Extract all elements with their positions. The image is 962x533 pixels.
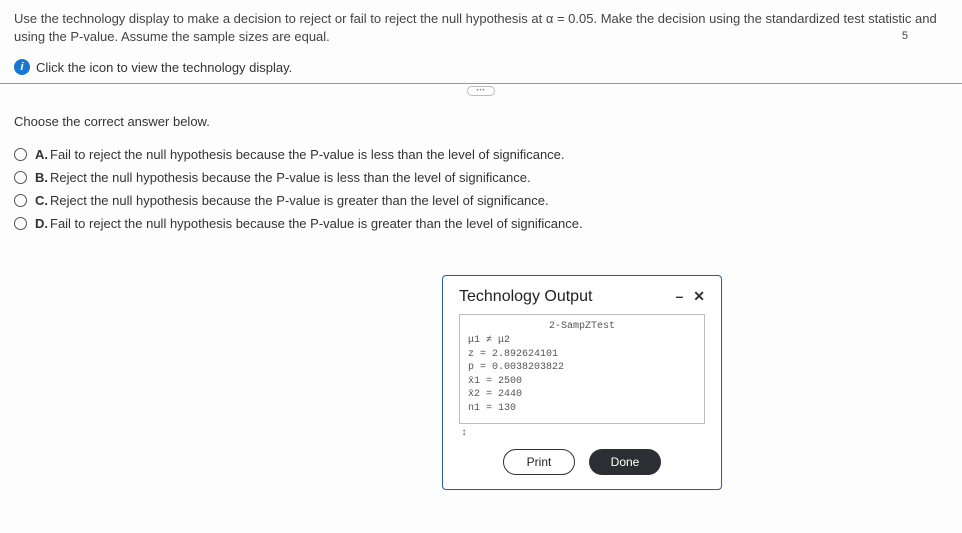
option-a[interactable]: A.Fail to reject the null hypothesis bec… — [14, 143, 948, 166]
option-d[interactable]: D.Fail to reject the null hypothesis bec… — [14, 212, 948, 235]
option-letter: C. — [35, 193, 48, 208]
tech-display-link-label: Click the icon to view the technology di… — [36, 60, 292, 75]
radio-icon[interactable] — [14, 217, 27, 230]
tech-display-link[interactable]: i Click the icon to view the technology … — [14, 59, 948, 75]
print-button[interactable]: Print — [503, 449, 575, 475]
dialog-window-controls: – ✕ — [675, 288, 705, 305]
dialog-buttons: Print Done — [459, 449, 705, 475]
option-letter: D. — [35, 216, 48, 231]
done-button[interactable]: Done — [589, 449, 661, 475]
section-divider: ••• — [0, 84, 962, 98]
question-header: Use the technology display to make a dec… — [0, 0, 962, 84]
option-text: Fail to reject the null hypothesis becau… — [50, 147, 565, 162]
output-line: x̄1 = 2500 — [468, 375, 696, 389]
radio-icon[interactable] — [14, 194, 27, 207]
output-line: μ1 ≠ μ2 — [468, 334, 696, 348]
technology-output-dialog: Technology Output – ✕ 2-SampZTest μ1 ≠ μ… — [442, 275, 722, 490]
output-heading: 2-SampZTest — [468, 321, 696, 332]
minimize-icon[interactable]: – — [675, 288, 683, 305]
scroll-indicator-icon: ↕ — [461, 428, 705, 439]
divider-handle-icon: ••• — [467, 86, 495, 96]
option-text: Reject the null hypothesis because the P… — [50, 193, 549, 208]
info-icon: i — [14, 59, 30, 75]
question-body: Choose the correct answer below. A.Fail … — [0, 98, 962, 249]
radio-icon[interactable] — [14, 171, 27, 184]
calculator-output: 2-SampZTest μ1 ≠ μ2 z = 2.892624101 p = … — [459, 314, 705, 424]
option-letter: A. — [35, 147, 48, 162]
option-b[interactable]: B.Reject the null hypothesis because the… — [14, 166, 948, 189]
radio-icon[interactable] — [14, 148, 27, 161]
option-text: Fail to reject the null hypothesis becau… — [50, 216, 583, 231]
close-icon[interactable]: ✕ — [693, 288, 705, 305]
option-letter: B. — [35, 170, 48, 185]
output-line: z = 2.892624101 — [468, 348, 696, 362]
question-instruction: Choose the correct answer below. — [14, 114, 948, 129]
dialog-title: Technology Output — [459, 288, 592, 306]
answer-options: A.Fail to reject the null hypothesis bec… — [14, 143, 948, 235]
option-c[interactable]: C.Reject the null hypothesis because the… — [14, 189, 948, 212]
output-line: p = 0.0038203822 — [468, 361, 696, 375]
page-marker: 5 — [902, 30, 908, 42]
output-line: x̄2 = 2440 — [468, 388, 696, 402]
option-text: Reject the null hypothesis because the P… — [50, 170, 531, 185]
question-prompt: Use the technology display to make a dec… — [14, 10, 948, 45]
dialog-header: Technology Output – ✕ — [459, 288, 705, 306]
output-line: n1 = 130 — [468, 402, 696, 416]
